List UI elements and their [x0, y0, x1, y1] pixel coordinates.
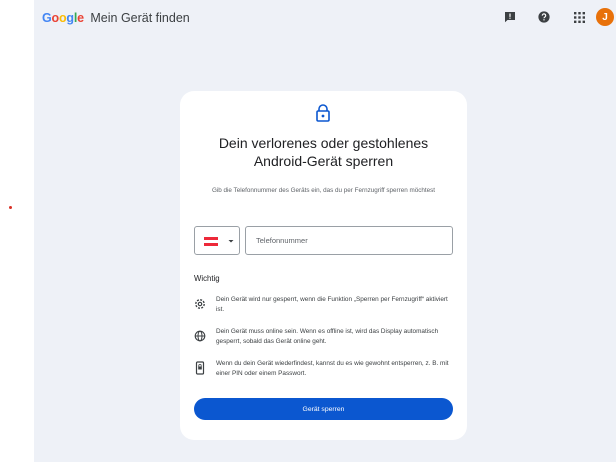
- chevron-down-icon: [228, 240, 234, 243]
- lock-device-button[interactable]: Gerät sperren: [194, 398, 453, 420]
- apps-grid-icon[interactable]: [571, 9, 587, 25]
- phone-lock-icon: [194, 361, 206, 375]
- app-name: Mein Gerät finden: [90, 11, 190, 25]
- info-text: Wenn du dein Gerät wiederfindest, kannst…: [216, 360, 449, 377]
- austria-flag-icon: [204, 237, 218, 246]
- feedback-icon[interactable]: [502, 9, 518, 25]
- important-heading: Wichtig: [194, 274, 220, 283]
- info-item-online: Dein Gerät muss online sein. Wenn es off…: [194, 327, 456, 351]
- title-line-2: Android-Gerät sperren: [253, 153, 394, 169]
- instruction-text: Gib die Telefonnummer des Geräts ein, da…: [211, 187, 436, 194]
- phone-number-input[interactable]: [245, 226, 453, 255]
- account-avatar[interactable]: J: [596, 8, 614, 26]
- settings-icon: [194, 297, 206, 311]
- info-text: Dein Gerät wird nur gesperrt, wenn die F…: [216, 296, 448, 313]
- top-app-bar: Google Mein Gerät finden J: [34, 0, 616, 36]
- info-item-remote-lock: Dein Gerät wird nur gesperrt, wenn die F…: [194, 295, 456, 319]
- lock-icon: [313, 103, 333, 123]
- cursor-dot: [9, 206, 12, 209]
- help-icon[interactable]: [536, 9, 552, 25]
- info-text: Dein Gerät muss online sein. Wenn es off…: [216, 328, 439, 345]
- lock-device-card: Dein verlorenes oder gestohlenes Android…: [180, 91, 467, 440]
- page-title: Dein verlorenes oder gestohlenes Android…: [180, 134, 467, 170]
- brand[interactable]: Google Mein Gerät finden: [42, 10, 190, 26]
- title-line-1: Dein verlorenes oder gestohlenes: [218, 135, 429, 151]
- google-logo: Google: [42, 11, 84, 25]
- globe-icon: [194, 329, 206, 343]
- info-item-unlock: Wenn du dein Gerät wiederfindest, kannst…: [194, 359, 456, 383]
- country-code-select[interactable]: [194, 226, 240, 255]
